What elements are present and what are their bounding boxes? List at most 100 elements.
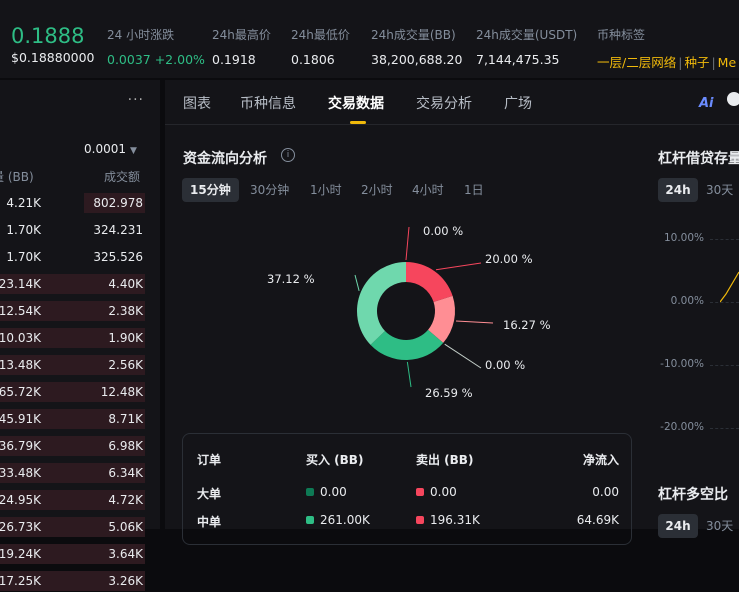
stat-24h-change: 24 小时涨跌 0.0037 +2.00% bbox=[107, 26, 205, 67]
orderbook-row[interactable]: 12.54K 2.38K bbox=[0, 300, 145, 322]
row-medium-buy: 261.00K bbox=[306, 513, 370, 527]
fund-flow-donut bbox=[354, 226, 494, 388]
ratio-24h-button[interactable]: 24h bbox=[658, 514, 698, 538]
orderbook-row[interactable]: 13.48K 2.56K bbox=[0, 354, 145, 376]
orderbook-row[interactable]: 65.72K 12.48K bbox=[0, 381, 145, 403]
orderbook-qty: 36.79K bbox=[0, 439, 41, 453]
orderbook-qty: 13.48K bbox=[0, 358, 41, 372]
timeframe-1h[interactable]: 1小时 bbox=[310, 178, 342, 202]
row-medium-name: 中单 bbox=[197, 515, 222, 529]
orderbook-row[interactable]: 45.91K 8.71K bbox=[0, 408, 145, 430]
theme-toggle-icon[interactable] bbox=[727, 92, 739, 106]
fund-flow-title: 资金流向分析 bbox=[183, 151, 267, 167]
row-large-net: 0.00 bbox=[592, 485, 619, 499]
stat-value: 38,200,688.20 bbox=[371, 52, 463, 67]
orderbook-total: 802.978 bbox=[93, 196, 143, 210]
orderbook-total: 6.34K bbox=[108, 466, 143, 480]
sell-value: 196.31K bbox=[430, 513, 480, 527]
orderbook-row[interactable]: 26.73K 5.06K bbox=[0, 516, 145, 538]
orderbook-row[interactable]: 17.25K 3.26K bbox=[0, 570, 145, 592]
gridline bbox=[710, 365, 739, 366]
donut-percent-label: 16.27 % bbox=[503, 318, 551, 332]
donut-percent-label: 0.00 % bbox=[423, 224, 464, 238]
timeframe-30m[interactable]: 30分钟 bbox=[250, 178, 289, 202]
timeframe-2h[interactable]: 2小时 bbox=[361, 178, 393, 202]
orderbook-total: 8.71K bbox=[108, 412, 143, 426]
stat-label: 24h最低价 bbox=[291, 28, 350, 42]
orderbook-total: 4.72K bbox=[108, 493, 143, 507]
orderbook-qty: 33.48K bbox=[0, 466, 41, 480]
coin-tag[interactable]: 一层/二层网络 bbox=[597, 55, 676, 70]
tab-square[interactable]: 广场 bbox=[504, 93, 532, 113]
orderbook-row[interactable]: 1.70K 325.526 bbox=[0, 246, 145, 268]
orderbook-qty: 23.14K bbox=[0, 277, 41, 291]
orderbook-row[interactable]: 23.14K 4.40K bbox=[0, 273, 145, 295]
stat-value: 0.1918 bbox=[212, 52, 256, 67]
stat-24h-volume-usdt: 24h成交量(USDT) 7,144,475.35 bbox=[476, 26, 577, 67]
precision-select[interactable]: 0.0001 ▼ bbox=[84, 142, 137, 156]
buy-value: 0.00 bbox=[320, 485, 347, 499]
more-dots-icon[interactable]: ··· bbox=[128, 92, 144, 108]
ticker-bar: 0.1888 $0.18880000 24 小时涨跌 0.0037 +2.00%… bbox=[0, 0, 739, 78]
donut-leader-line bbox=[406, 361, 412, 388]
orderbook-row[interactable]: 19.24K 3.64K bbox=[0, 543, 145, 565]
donut-leader-line bbox=[455, 320, 494, 324]
donut-percent-label: 0.00 % bbox=[485, 358, 526, 372]
timeframe-4h[interactable]: 4小时 bbox=[412, 178, 444, 202]
coin-tag-list: 一层/二层网络 | 种子 | Me bbox=[597, 55, 737, 70]
info-icon[interactable]: i bbox=[281, 148, 295, 162]
coin-tag[interactable]: 种子 bbox=[684, 55, 709, 70]
col-header-qty: 量 (BB) bbox=[0, 170, 34, 184]
orderbook-total: 2.56K bbox=[108, 358, 143, 372]
stat-label: 24h成交量(BB) bbox=[371, 28, 456, 42]
donut-slice[interactable] bbox=[357, 262, 406, 345]
tab-trading-analysis[interactable]: 交易分析 bbox=[416, 93, 472, 113]
stat-value: 7,144,475.35 bbox=[476, 52, 560, 67]
stat-value: 0.0037 +2.00% bbox=[107, 52, 205, 67]
stat-label: 24 小时涨跌 bbox=[107, 28, 175, 42]
stat-coin-tags: 币种标签 一层/二层网络 | 种子 | Me bbox=[597, 26, 736, 71]
orderbook-panel: ··· 0.0001 ▼ 量 (BB) 成交额 4.21K 802.978 1.70K… bbox=[0, 80, 160, 591]
timeframe-15m[interactable]: 15分钟 bbox=[182, 178, 239, 202]
divider bbox=[165, 124, 739, 125]
ratio-30d-button[interactable]: 30天 bbox=[706, 514, 733, 538]
row-large-sell: 0.00 bbox=[416, 485, 457, 499]
orderbook-qty: 65.72K bbox=[0, 385, 41, 399]
orderbook-total: 4.40K bbox=[108, 277, 143, 291]
orderbook-row[interactable]: 1.70K 324.231 bbox=[0, 219, 145, 241]
tab-trading-data[interactable]: 交易数据 bbox=[328, 93, 384, 113]
orderbook-total: 324.231 bbox=[93, 223, 143, 237]
orderbook-row[interactable]: 4.21K 802.978 bbox=[0, 192, 145, 214]
orderbook-qty: 1.70K bbox=[6, 223, 41, 237]
main-panel: 图表 币种信息 交易数据 交易分析 广场 Ai 资金流向分析 i 15分钟 30… bbox=[165, 80, 739, 545]
y-tick-label: 10.00% bbox=[663, 232, 704, 244]
table-header-net: 净流入 bbox=[582, 453, 619, 467]
leverage-24h-button[interactable]: 24h bbox=[658, 178, 698, 202]
stat-label: 24h成交量(USDT) bbox=[476, 28, 578, 42]
buy-dot-icon bbox=[306, 516, 314, 524]
orderbook-total: 325.526 bbox=[93, 250, 143, 264]
ai-icon[interactable]: Ai bbox=[699, 96, 714, 111]
gridline bbox=[710, 239, 739, 240]
fund-flow-table: 订单 买入 (BB) 卖出 (BB) 净流入 大单 0.00 0.00 0.00… bbox=[182, 433, 632, 545]
sell-dot-icon bbox=[416, 488, 424, 496]
coin-tag[interactable]: Me bbox=[718, 55, 736, 70]
orderbook-row[interactable]: 24.95K 4.72K bbox=[0, 489, 145, 511]
stat-24h-volume-bb: 24h成交量(BB) 38,200,688.20 bbox=[371, 26, 462, 67]
leverage-line-chart bbox=[720, 271, 739, 303]
tab-chart[interactable]: 图表 bbox=[183, 93, 211, 113]
orderbook-qty: 10.03K bbox=[0, 331, 41, 345]
orderbook-total: 1.90K bbox=[108, 331, 143, 345]
orderbook-row[interactable]: 10.03K 1.90K bbox=[0, 327, 145, 349]
donut-leader-line bbox=[435, 262, 482, 271]
orderbook-qty: 19.24K bbox=[0, 547, 41, 561]
tab-coin-info[interactable]: 币种信息 bbox=[240, 93, 296, 113]
timeframe-1d[interactable]: 1日 bbox=[464, 178, 484, 202]
leverage-30d-button[interactable]: 30天 bbox=[706, 178, 733, 202]
donut-percent-label: 20.00 % bbox=[485, 252, 533, 266]
orderbook-row[interactable]: 36.79K 6.98K bbox=[0, 435, 145, 457]
donut-leader-line bbox=[405, 226, 410, 261]
buy-dot-icon bbox=[306, 488, 314, 496]
donut-percent-label: 37.12 % bbox=[267, 272, 315, 286]
orderbook-row[interactable]: 33.48K 6.34K bbox=[0, 462, 145, 484]
